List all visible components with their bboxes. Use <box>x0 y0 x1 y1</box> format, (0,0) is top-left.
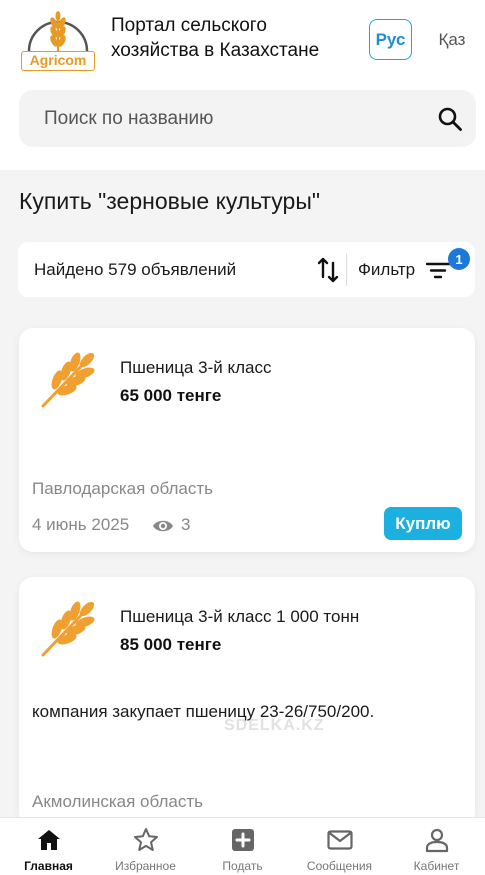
agricom-logo[interactable]: Agricom <box>19 9 97 71</box>
wheat-icon <box>41 352 95 408</box>
results-count: Найдено 579 объявлений <box>34 260 237 279</box>
sort-button[interactable] <box>314 255 342 285</box>
page-title: Купить "зерновые культуры" <box>19 188 321 214</box>
star-icon <box>134 828 158 851</box>
views-count: 3 <box>181 515 191 534</box>
nav-item-home[interactable]: Главная <box>0 818 97 875</box>
listing-price: 65 000 тенге <box>120 386 222 405</box>
listing-title[interactable]: Пшеница 3-й класс <box>120 358 271 378</box>
language-kz-button[interactable]: Қаз <box>432 19 472 60</box>
listing-description: компания закупает пшеницу 23-26/750/200. <box>32 702 375 721</box>
nav-label: Главная <box>24 859 73 873</box>
eye-icon <box>153 520 173 532</box>
results-toolbar: Найдено 579 объявлений Фильтр <box>18 242 475 297</box>
search-bar <box>19 90 476 147</box>
listing-card[interactable]: Пшеница 3-й класс 65 000 тенге Павлодарс… <box>19 328 475 552</box>
sort-arrows-icon <box>317 257 339 283</box>
listing-region: Павлодарская область <box>32 479 213 498</box>
nav-item-messages[interactable]: Сообщения <box>291 818 388 875</box>
wheat-icon <box>41 601 95 657</box>
language-ru-button[interactable]: Рус <box>369 19 412 60</box>
home-icon <box>38 830 60 850</box>
search-input[interactable] <box>44 90 424 147</box>
search-icon[interactable] <box>437 106 463 132</box>
toolbar-divider <box>346 254 347 286</box>
logo-text: Agricom <box>21 51 95 71</box>
wheat-logo-icon <box>27 11 89 52</box>
user-icon <box>425 828 449 853</box>
app-header: Agricom Портал сельского хозяйства в Каз… <box>0 0 485 170</box>
nav-label: Подать <box>222 859 263 873</box>
filter-count-badge: 1 <box>448 248 470 270</box>
listing-title[interactable]: Пшеница 3-й класс 1 000 тонн <box>120 607 359 627</box>
bottom-navigation: Главная Избранное Подать Сообщения Кабин… <box>0 817 485 875</box>
nav-item-post[interactable]: Подать <box>194 818 291 875</box>
filter-icon <box>426 262 451 278</box>
nav-item-favorites[interactable]: Избранное <box>97 818 194 875</box>
filter-label: Фильтр <box>358 259 416 279</box>
portal-title: Портал сельского хозяйства в Казахстане <box>111 15 320 61</box>
nav-label: Кабинет <box>413 859 460 873</box>
nav-item-account[interactable]: Кабинет <box>388 818 485 875</box>
plus-square-icon <box>232 829 254 851</box>
listing-region: Акмолинская область <box>32 792 203 811</box>
envelope-icon <box>327 830 353 850</box>
nav-label: Сообщения <box>306 859 373 873</box>
listing-price: 85 000 тенге <box>120 635 222 654</box>
nav-label: Избранное <box>115 859 176 873</box>
listing-date: 4 июнь 2025 <box>32 515 130 534</box>
listing-card[interactable]: Пшеница 3-й класс 1 000 тонн 85 000 тенг… <box>19 577 475 827</box>
listing-type-badge: Куплю <box>384 507 462 540</box>
